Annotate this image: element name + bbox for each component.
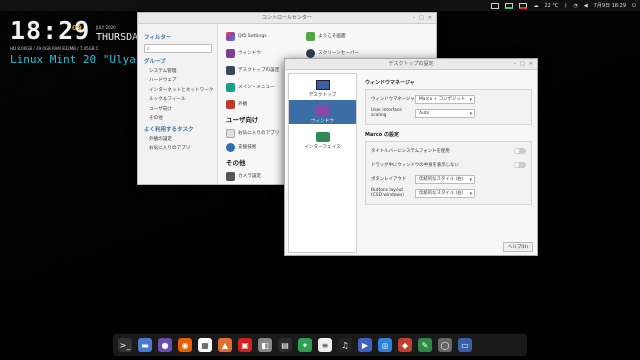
- close-icon[interactable]: ✕: [529, 59, 533, 70]
- network-icon[interactable]: ◔: [573, 3, 577, 9]
- favorite-apps-icon: [226, 128, 235, 138]
- tasks-heading: よく利用するタスク: [144, 126, 194, 133]
- category-desktop[interactable]: デスクトップ: [289, 74, 356, 98]
- bluetooth-icon[interactable]: ᛒ: [564, 3, 567, 9]
- calculator-icon[interactable]: ▤: [278, 338, 292, 352]
- accessibility-icon: [226, 142, 235, 152]
- desktop-settings-titlebar[interactable]: デスクトップの設定 – □ ✕: [285, 59, 537, 70]
- workspace-indicator-red-icon[interactable]: [519, 2, 528, 9]
- qt-settings-icon: [226, 31, 235, 41]
- group-item[interactable]: ルック＆フィール: [149, 96, 211, 102]
- csd-layout-label: Buttons layout (CSD windows): [371, 188, 405, 198]
- window-title: コントロールセンター: [261, 15, 312, 21]
- filter-heading: フィルター: [144, 35, 172, 41]
- category-interface[interactable]: インターフェイス: [289, 126, 356, 150]
- close-icon[interactable]: ✕: [428, 13, 432, 24]
- wm-label: ウィンドウマネージャ: [371, 96, 415, 102]
- group-item[interactable]: システム管理: [149, 68, 211, 74]
- video-icon[interactable]: ▶: [358, 338, 372, 352]
- settings-category-list: デスクトップ ウィンドウ インターフェイス: [288, 73, 357, 253]
- maximize-icon[interactable]: □: [520, 59, 525, 70]
- conky-day-number: 09: [72, 24, 82, 32]
- screensaver-icon: [306, 48, 315, 58]
- store-icon[interactable]: ▣: [238, 338, 252, 352]
- interface-icon: [315, 132, 330, 142]
- conky-month-year: JULY 2020: [96, 25, 116, 30]
- terminal-icon[interactable]: >_: [118, 338, 132, 352]
- control-center-sidebar: フィルター ⌕ グループ システム管理 ハードウェア インターネットとネットワー…: [138, 24, 218, 184]
- desktop-settings-window: デスクトップの設定 – □ ✕ デスクトップ ウィンドウ インターフェイス ウィ…: [284, 58, 538, 256]
- desktop-icon: [315, 80, 330, 90]
- music-icon[interactable]: ♫: [338, 338, 352, 352]
- disks-icon[interactable]: ◯: [438, 338, 452, 352]
- desktop-settings-icon: [226, 65, 235, 75]
- scaling-select[interactable]: Auto: [415, 108, 475, 118]
- weather-icon[interactable]: ☁: [533, 3, 538, 9]
- button-layout-select[interactable]: 伝統的なスタイル (右): [415, 174, 475, 184]
- wm-group: ウィンドウマネージャ Marco + コンポジット User interface…: [365, 89, 532, 125]
- minimize-icon[interactable]: –: [413, 13, 416, 24]
- top-panel: ☁ 22 °C ᛒ ◔ ◀ 7月9日 18:29 ⏻: [0, 0, 640, 11]
- window-title: デスクトップの設定: [388, 61, 434, 67]
- main-menu-icon: [226, 82, 235, 92]
- category-window[interactable]: ウィンドウ: [289, 100, 356, 124]
- camera-icon: [226, 171, 235, 181]
- workspace-icon[interactable]: ▭: [458, 338, 472, 352]
- drag-contents-label: ドラッグ中にウィンドウの中身を表示しない: [371, 162, 459, 168]
- group-item[interactable]: ハードウェア: [149, 77, 211, 83]
- window-icon: [226, 48, 235, 58]
- group-item[interactable]: インターネットとネットワーク: [149, 87, 213, 93]
- minimize-icon[interactable]: –: [514, 59, 517, 70]
- search-icon: ⌕: [147, 46, 150, 52]
- title-font-label: タイトルバーにシステムフォントを使用: [371, 148, 450, 154]
- welcome-icon: [306, 31, 315, 41]
- maximize-icon[interactable]: □: [419, 13, 424, 24]
- marco-heading: Marco の設定: [365, 132, 399, 138]
- appearance-icon: [226, 99, 235, 109]
- files-icon[interactable]: ▬: [138, 338, 152, 352]
- text-editor-icon[interactable]: ≡: [318, 338, 332, 352]
- settings-icon[interactable]: ✦: [298, 338, 312, 352]
- control-center-titlebar[interactable]: コントロールセンター – □ ✕: [138, 13, 436, 24]
- settings-panel: ウィンドウマネージャ ウィンドウマネージャ Marco + コンポジット Use…: [365, 73, 532, 255]
- system-tray: ☁ 22 °C ᛒ ◔ ◀ 7月9日 18:29 ⏻: [491, 2, 636, 9]
- clock-label[interactable]: 7月9日 18:29: [594, 2, 626, 9]
- sheets-icon[interactable]: ▦: [198, 338, 212, 352]
- task-item[interactable]: 外観の設定: [149, 136, 211, 142]
- image-viewer-icon[interactable]: ▲: [218, 338, 232, 352]
- screenshot-icon[interactable]: ◧: [258, 338, 272, 352]
- firefox-icon[interactable]: ◉: [178, 338, 192, 352]
- group-item[interactable]: その他: [149, 115, 211, 121]
- csd-layout-select[interactable]: 伝統的なスタイル (右): [415, 188, 475, 198]
- editor-icon[interactable]: ✎: [418, 338, 432, 352]
- help-button[interactable]: ヘルプ(H): [503, 242, 533, 252]
- workspace-indicator-green-icon[interactable]: [505, 2, 514, 9]
- drag-contents-toggle[interactable]: [514, 162, 526, 168]
- welcome-item[interactable]: ようこそ画面: [306, 29, 386, 43]
- scaling-label: User interface scaling: [371, 108, 402, 118]
- marco-group: タイトルバーにシステムフォントを使用 ドラッグ中にウィンドウの中身を表示しない …: [365, 141, 532, 205]
- wm-heading: ウィンドウマネージャ: [365, 80, 415, 86]
- temperature-label[interactable]: 22 °C: [544, 3, 558, 9]
- group-item[interactable]: ユーザ向け: [149, 106, 211, 112]
- task-item[interactable]: お気に入りのアプリ: [149, 145, 211, 151]
- workspace-indicator-icon[interactable]: [491, 2, 500, 9]
- camera-icon[interactable]: ◎: [378, 338, 392, 352]
- pidgin-icon[interactable]: ●: [158, 338, 172, 352]
- qt5-settings-item[interactable]: Qt5 Settings: [226, 29, 306, 43]
- title-font-toggle[interactable]: [514, 148, 526, 154]
- dock: >_ ▬ ● ◉ ▦ ▲ ▣ ◧ ▤ ✦ ≡ ♫ ▶ ◎ ◆ ✎ ◯ ▭: [113, 334, 527, 356]
- chat-icon[interactable]: ◆: [398, 338, 412, 352]
- volume-icon[interactable]: ◀: [584, 3, 588, 9]
- power-icon[interactable]: ⏻: [632, 3, 636, 9]
- group-heading: グループ: [144, 59, 166, 65]
- window-icon: [315, 106, 330, 116]
- wm-select[interactable]: Marco + コンポジット: [415, 94, 475, 104]
- filter-search-input[interactable]: ⌕: [144, 44, 212, 53]
- button-layout-label: ボタンレイアウト: [371, 176, 407, 182]
